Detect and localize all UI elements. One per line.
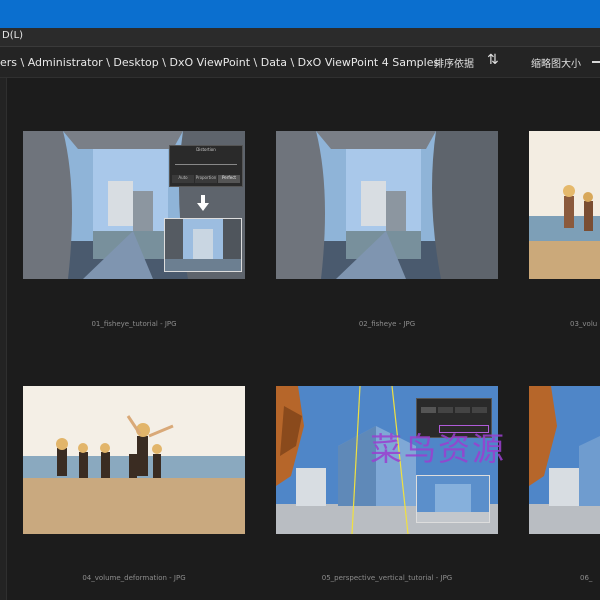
title-bar <box>0 0 600 28</box>
address-bar: ers \ Administrator \ Desktop \ DxO View… <box>0 47 600 78</box>
thumbnail-size-slider[interactable] <box>592 61 600 63</box>
thumbnail-caption: 06_ <box>580 574 593 582</box>
perspective-building-image <box>529 386 600 534</box>
perfect-button[interactable]: Perfect <box>218 175 240 183</box>
thumbnail-01-fisheye-tutorial[interactable]: Distortion Auto Proportion Perfect <box>23 131 245 279</box>
thumbnail-04-volume-deformation[interactable] <box>23 386 245 534</box>
sort-by-label[interactable]: 排序依据 <box>434 55 474 70</box>
sort-order-icon[interactable]: ⇅ <box>487 52 499 68</box>
thumbnail-size-label: 缩略图大小 <box>531 59 581 70</box>
thumbnail-03-volume[interactable] <box>529 131 600 279</box>
beach-jump-image <box>23 386 245 534</box>
tool-button[interactable] <box>472 407 487 413</box>
left-panel-edge <box>0 78 7 600</box>
tool-button[interactable] <box>421 407 436 413</box>
breadcrumb[interactable]: ers \ Administrator \ Desktop \ DxO View… <box>0 56 439 69</box>
distortion-panel: Distortion Auto Proportion Perfect <box>169 145 243 187</box>
beach-image <box>529 131 600 279</box>
menu-bar: D(L) <box>0 28 600 47</box>
tool-button[interactable] <box>455 407 470 413</box>
auto-button[interactable]: Auto <box>172 175 194 183</box>
corrected-preview-image <box>164 218 242 272</box>
distortion-slider[interactable] <box>175 164 237 165</box>
thumbnail-caption: 01_fisheye_tutorial - JPG <box>91 320 177 328</box>
thumbnail-06[interactable] <box>529 386 600 534</box>
thumbnail-02-fisheye[interactable] <box>276 131 498 279</box>
distortion-panel-title: Distortion <box>196 147 216 152</box>
thumbnail-caption: 02_fisheye - JPG <box>358 320 416 328</box>
thumbnail-caption: 04_volume_deformation - JPG <box>82 574 186 582</box>
corrected-preview-image <box>416 475 490 523</box>
tool-button[interactable] <box>438 407 453 413</box>
watermark: 菜鸟资源 <box>370 430 507 468</box>
arrow-down-icon <box>197 195 209 211</box>
proportion-button[interactable]: Proportion <box>195 175 217 183</box>
fisheye-image <box>276 131 498 279</box>
thumbnail-caption: 03_volu <box>570 320 598 328</box>
menu-item-view[interactable]: D(L) <box>2 30 23 41</box>
thumbnail-caption: 05_perspective_vertical_tutorial - JPG <box>321 574 453 582</box>
